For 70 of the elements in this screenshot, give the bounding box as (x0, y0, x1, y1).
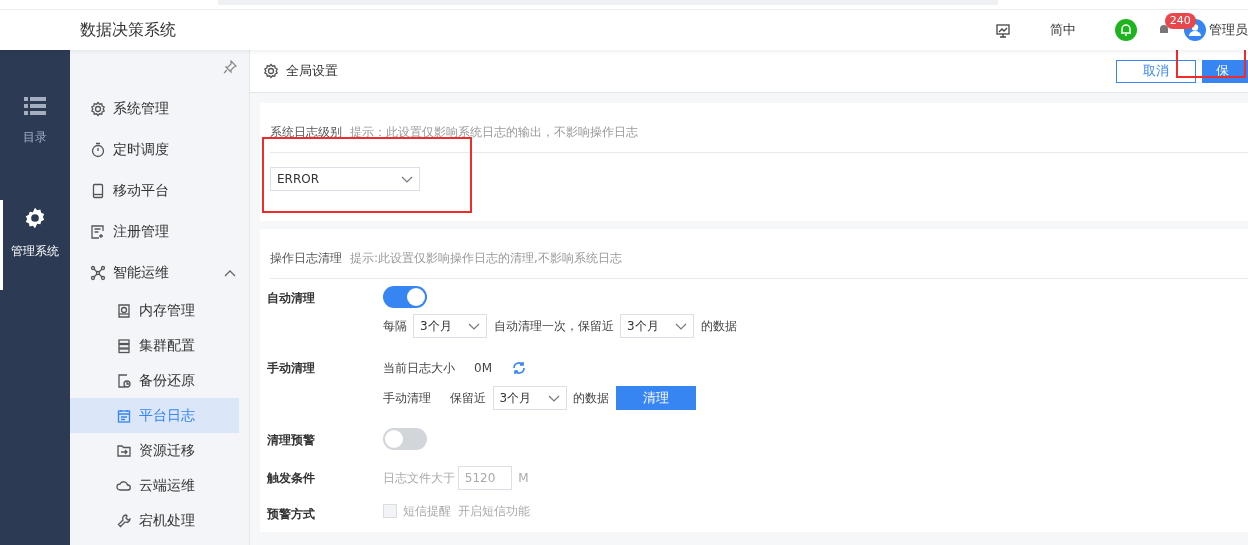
field-text: 自动清理一次，保留近 (493, 318, 614, 335)
rail-item[interactable]: 目录 (23, 127, 47, 146)
field-text: 当前日志大小 (382, 359, 455, 377)
sms-checkbox[interactable] (382, 503, 397, 518)
chevron-up-icon[interactable] (224, 268, 236, 277)
folder-import-icon (116, 442, 132, 459)
dropdown-caret-icon (401, 175, 413, 183)
interval-dropdown[interactable]: 3个月 (413, 314, 487, 338)
phone-icon (90, 182, 106, 199)
list-icon[interactable] (24, 96, 46, 115)
dropdown-caret-icon (547, 394, 560, 402)
toggle-switch[interactable] (382, 427, 427, 450)
drive-icon (116, 302, 132, 319)
field-text: 手动清理 (382, 390, 431, 407)
unit-text: M (518, 469, 529, 487)
sidebar-item[interactable]: 定时调度 (70, 129, 249, 170)
field-label: 手动清理 (266, 359, 316, 377)
hint-text: 提示:此设置仅影响操作日志的清理,不影响系统日志 (350, 249, 622, 267)
gear-icon (90, 100, 106, 117)
stopwatch-icon (90, 141, 106, 158)
section-title: 操作日志清理 (270, 249, 342, 267)
keep-dropdown[interactable]: 3个月 (492, 386, 567, 410)
dropdown-caret-icon (468, 322, 480, 330)
field-text: 保留近 (450, 390, 486, 407)
sidebar-item[interactable]: 移动平台 (70, 170, 249, 211)
keep-dropdown[interactable]: 3个月 (620, 314, 694, 338)
app-title: 数据决策系统 (80, 19, 176, 41)
calendar-icon (116, 407, 132, 424)
bell-icon[interactable] (1115, 19, 1138, 41)
language-menu[interactable]: 简中 (1050, 20, 1077, 40)
field-label: 清理预警 (266, 431, 316, 449)
hint-text: 提示：此设置仅影响系统日志的输出，不影响操作日志 (350, 123, 638, 141)
backup-icon (116, 372, 132, 389)
gear-icon (263, 63, 279, 79)
sidebar-item[interactable]: 注册管理 (70, 211, 249, 252)
sidebar-item[interactable]: 集群配置 (70, 328, 249, 363)
sidebar-item[interactable]: 系统管理 (70, 88, 249, 129)
checkbox-label: 短信提醒 (403, 502, 451, 520)
field-text: 的数据 (573, 390, 609, 407)
cancel-button[interactable]: 取消 (1115, 59, 1196, 83)
sidebar-item[interactable]: 智能运维 (70, 252, 249, 293)
pin-icon[interactable] (223, 60, 237, 74)
toggle-switch[interactable] (382, 285, 427, 308)
field-label: 触发条件 (266, 469, 316, 487)
log-level-dropdown[interactable]: ERROR (270, 167, 420, 191)
sidebar-item[interactable]: 云端运维 (70, 468, 249, 503)
field-text: 每隔 (382, 318, 407, 335)
field-text: 的数据 (700, 318, 737, 335)
field-label: 自动清理 (266, 289, 316, 307)
field-text: 日志文件大于 (382, 469, 455, 487)
section-title: 系统日志级别 (270, 123, 342, 141)
user-name[interactable]: 管理员 (1209, 20, 1248, 40)
gear-icon[interactable] (24, 206, 46, 229)
field-label: 预警方式 (266, 505, 316, 523)
refresh-icon[interactable] (511, 360, 526, 375)
sidebar-item[interactable]: 备份还原 (70, 363, 249, 398)
form-icon (90, 223, 106, 240)
wrench-icon (116, 512, 132, 529)
network-icon (90, 264, 106, 281)
sidebar-item[interactable]: 宕机处理 (70, 503, 249, 538)
presentation-icon[interactable] (995, 22, 1012, 39)
sidebar-item[interactable]: 内存管理 (70, 293, 249, 328)
log-size: 0M (474, 359, 492, 377)
rail-item[interactable]: 管理系统 (11, 241, 59, 260)
notification-badge: 240 (1164, 13, 1196, 29)
sidebar-item[interactable]: 资源迁移 (70, 433, 249, 468)
clean-button[interactable]: 清理 (615, 386, 696, 410)
dropdown-caret-icon (675, 322, 687, 330)
server-icon (116, 337, 132, 354)
page-title: 全局设置 (285, 62, 338, 81)
